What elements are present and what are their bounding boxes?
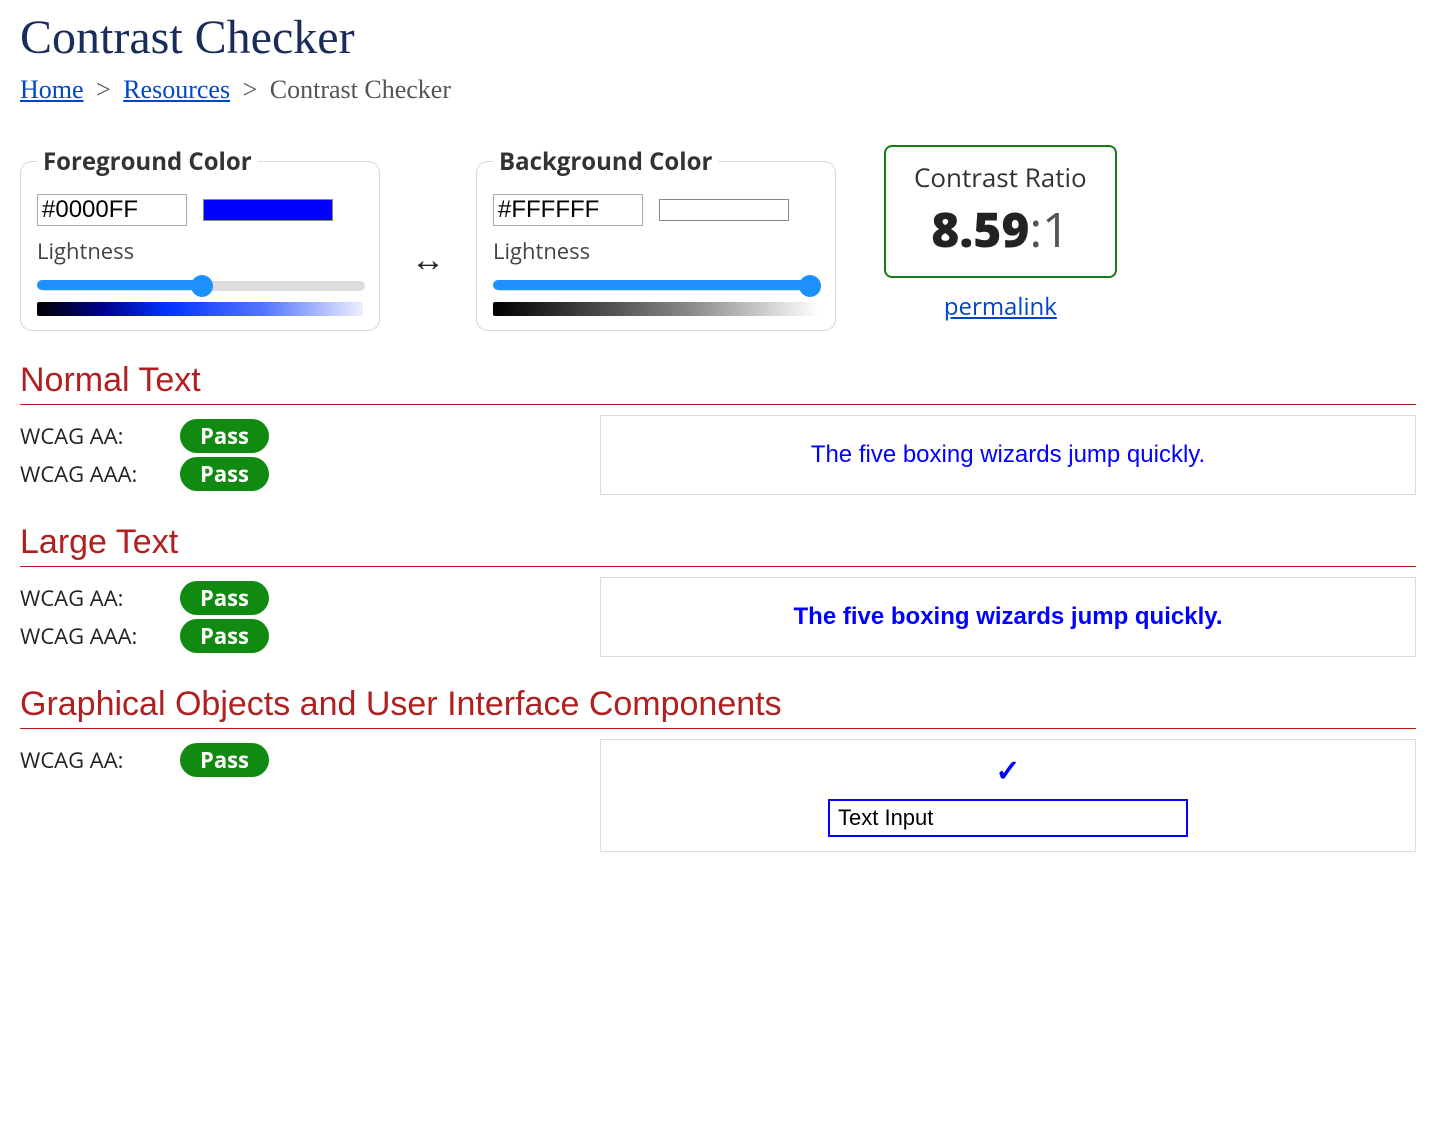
background-hex-input[interactable]: [493, 194, 643, 226]
page-title: Contrast Checker: [20, 10, 1416, 65]
normal-text-sample[interactable]: The five boxing wizards jump quickly.: [600, 415, 1416, 495]
permalink-link[interactable]: permalink: [944, 290, 1057, 323]
swap-colors-button[interactable]: ↔: [398, 145, 458, 281]
normal-aaa-label: WCAG AAA:: [20, 459, 180, 489]
breadcrumb: Home > Resources > Contrast Checker: [20, 75, 1416, 105]
breadcrumb-sep: >: [243, 75, 258, 104]
large-aa-badge: Pass: [180, 581, 269, 615]
normal-aaa-badge: Pass: [180, 457, 269, 491]
sample-text-input[interactable]: [828, 799, 1188, 837]
contrast-ratio-value: 8.59:1: [914, 197, 1087, 262]
contrast-ratio-title: Contrast Ratio: [914, 159, 1087, 195]
background-swatch[interactable]: [659, 199, 789, 221]
normal-aa-badge: Pass: [180, 419, 269, 453]
large-aaa-badge: Pass: [180, 619, 269, 653]
contrast-ratio-number: 8.59: [931, 197, 1029, 262]
large-text-heading: Large Text: [20, 523, 1416, 567]
breadcrumb-current: Contrast Checker: [270, 75, 451, 104]
background-gradient: [493, 302, 819, 316]
contrast-ratio-box: Contrast Ratio 8.59:1: [884, 145, 1117, 278]
contrast-ratio-suffix: :1: [1029, 197, 1069, 262]
ui-sample-box: ✓: [600, 739, 1416, 852]
permalink-wrap: permalink: [944, 290, 1057, 323]
normal-aa-label: WCAG AA:: [20, 421, 180, 451]
foreground-panel: Foreground Color Lightness: [20, 145, 380, 331]
check-icon: ✓: [995, 754, 1020, 789]
foreground-lightness-slider[interactable]: [39, 281, 365, 291]
background-legend: Background Color: [493, 145, 718, 178]
ui-components-heading: Graphical Objects and User Interface Com…: [20, 685, 1416, 729]
breadcrumb-sep: >: [96, 75, 111, 104]
ui-aa-badge: Pass: [180, 743, 269, 777]
background-panel: Background Color Lightness: [476, 145, 836, 331]
foreground-legend: Foreground Color: [37, 145, 258, 178]
foreground-gradient: [37, 302, 363, 316]
large-text-sample[interactable]: The five boxing wizards jump quickly.: [600, 577, 1416, 657]
normal-text-heading: Normal Text: [20, 361, 1416, 405]
breadcrumb-home[interactable]: Home: [20, 75, 84, 104]
large-aa-label: WCAG AA:: [20, 583, 180, 613]
breadcrumb-resources[interactable]: Resources: [123, 75, 230, 104]
background-lightness-label: Lightness: [493, 236, 819, 266]
foreground-swatch[interactable]: [203, 199, 333, 221]
background-lightness-slider[interactable]: [495, 281, 821, 291]
large-aaa-label: WCAG AAA:: [20, 621, 180, 651]
foreground-lightness-label: Lightness: [37, 236, 363, 266]
foreground-hex-input[interactable]: [37, 194, 187, 226]
swap-icon: ↔: [411, 235, 445, 281]
ui-aa-label: WCAG AA:: [20, 745, 180, 775]
